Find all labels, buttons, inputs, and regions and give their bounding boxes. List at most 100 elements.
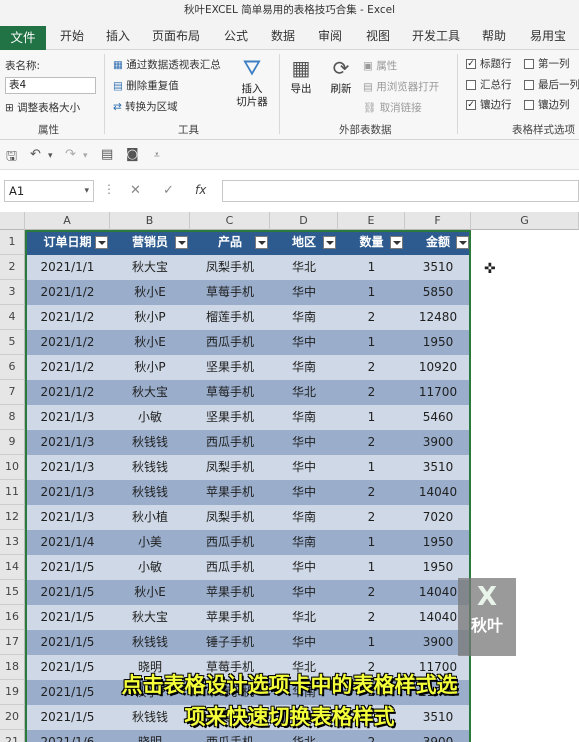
table-cell[interactable]: 榴莲手机 bbox=[190, 305, 270, 330]
table-cell[interactable]: 1950 bbox=[405, 555, 471, 580]
column-header-a[interactable]: A bbox=[25, 212, 110, 230]
table-cell[interactable]: 西瓜手机 bbox=[190, 730, 270, 742]
table-cell[interactable]: 凤梨手机 bbox=[190, 455, 270, 480]
table-cell[interactable]: 秋钱钱 bbox=[110, 480, 190, 505]
table-cell[interactable]: 华中 bbox=[270, 580, 338, 605]
table-cell[interactable]: 10920 bbox=[405, 355, 471, 380]
formula-input[interactable] bbox=[222, 180, 579, 202]
header-row-checkbox[interactable]: ✓ bbox=[466, 59, 476, 69]
filter-dropdown-icon[interactable] bbox=[175, 236, 188, 249]
resize-table-button[interactable]: ⊞ 调整表格大小 bbox=[5, 100, 80, 115]
undo-icon[interactable]: ↶ bbox=[30, 147, 41, 162]
row-header-9[interactable]: 9 bbox=[0, 430, 25, 455]
table-cell[interactable]: 凤梨手机 bbox=[190, 505, 270, 530]
row-header-2[interactable]: 2 bbox=[0, 255, 25, 280]
tab-page-layout[interactable]: 页面布局 bbox=[152, 27, 200, 44]
table-cell[interactable]: 1950 bbox=[405, 330, 471, 355]
table-cell[interactable]: 秋小P bbox=[110, 305, 190, 330]
form-icon[interactable]: ▤ bbox=[101, 147, 113, 162]
table-cell[interactable]: 11700 bbox=[405, 380, 471, 405]
table-cell[interactable]: 锤子手机 bbox=[190, 630, 270, 655]
enter-icon[interactable]: ✓ bbox=[163, 183, 174, 198]
table-cell[interactable]: 2 bbox=[338, 380, 405, 405]
total-row-checkbox[interactable] bbox=[466, 80, 476, 90]
row-header-12[interactable]: 12 bbox=[0, 505, 25, 530]
table-cell[interactable]: 坚果手机 bbox=[190, 355, 270, 380]
table-cell[interactable]: 秋大宝 bbox=[110, 380, 190, 405]
table-cell[interactable]: 小敏 bbox=[110, 555, 190, 580]
table-cell[interactable]: 草莓手机 bbox=[190, 280, 270, 305]
table-cell[interactable]: 华中 bbox=[270, 430, 338, 455]
table-cell[interactable]: 2021/1/2 bbox=[25, 330, 110, 355]
table-cell[interactable]: 华中 bbox=[270, 330, 338, 355]
table-cell[interactable]: 1 bbox=[338, 255, 405, 280]
table-cell[interactable]: 华南 bbox=[270, 530, 338, 555]
table-cell[interactable]: 5460 bbox=[405, 405, 471, 430]
table-cell[interactable]: 12480 bbox=[405, 305, 471, 330]
filter-dropdown-icon[interactable] bbox=[390, 236, 403, 249]
table-cell[interactable]: 华中 bbox=[270, 455, 338, 480]
table-cell[interactable]: 2021/1/1 bbox=[25, 255, 110, 280]
table-cell[interactable]: 秋大宝 bbox=[110, 255, 190, 280]
table-cell[interactable]: 7020 bbox=[405, 505, 471, 530]
table-cell[interactable]: 2 bbox=[338, 730, 405, 742]
table-cell[interactable]: 1 bbox=[338, 530, 405, 555]
tab-home[interactable]: 开始 bbox=[60, 27, 84, 44]
row-header-15[interactable]: 15 bbox=[0, 580, 25, 605]
table-cell[interactable]: 秋钱钱 bbox=[110, 630, 190, 655]
table-cell[interactable]: 2021/1/2 bbox=[25, 305, 110, 330]
table-cell[interactable]: 2021/1/5 bbox=[25, 630, 110, 655]
table-cell[interactable]: 华中 bbox=[270, 480, 338, 505]
row-header-13[interactable]: 13 bbox=[0, 530, 25, 555]
tab-data[interactable]: 数据 bbox=[271, 27, 295, 44]
filter-dropdown-icon[interactable] bbox=[255, 236, 268, 249]
table-cell[interactable]: 2021/1/3 bbox=[25, 505, 110, 530]
row-header-4[interactable]: 4 bbox=[0, 305, 25, 330]
open-in-browser-button[interactable]: ▤ 用浏览器打开 bbox=[363, 79, 439, 94]
table-cell[interactable]: 2021/1/5 bbox=[25, 580, 110, 605]
table-cell[interactable]: 1 bbox=[338, 280, 405, 305]
table-header-cell[interactable]: 地区 bbox=[270, 230, 338, 255]
table-cell[interactable]: 2 bbox=[338, 580, 405, 605]
table-cell[interactable]: 2 bbox=[338, 505, 405, 530]
table-cell[interactable]: 1 bbox=[338, 630, 405, 655]
table-cell[interactable]: 华南 bbox=[270, 355, 338, 380]
table-cell[interactable]: 1 bbox=[338, 555, 405, 580]
table-cell[interactable]: 秋小E bbox=[110, 280, 190, 305]
row-header-14[interactable]: 14 bbox=[0, 555, 25, 580]
table-cell[interactable]: 华北 bbox=[270, 255, 338, 280]
remove-duplicates-button[interactable]: ▤ 删除重复值 bbox=[113, 78, 179, 93]
table-cell[interactable]: 晓明 bbox=[110, 730, 190, 742]
table-cell[interactable]: 秋小E bbox=[110, 580, 190, 605]
insert-function-button[interactable]: fx bbox=[195, 183, 206, 197]
table-cell[interactable]: 小敏 bbox=[110, 405, 190, 430]
table-cell[interactable]: 华北 bbox=[270, 380, 338, 405]
tab-view[interactable]: 视图 bbox=[366, 27, 390, 44]
table-cell[interactable]: 西瓜手机 bbox=[190, 430, 270, 455]
customize-toolbar-icon[interactable]: ⩡ bbox=[154, 150, 160, 161]
table-cell[interactable]: 2 bbox=[338, 430, 405, 455]
table-cell[interactable]: 华南 bbox=[270, 505, 338, 530]
table-cell[interactable]: 3900 bbox=[405, 730, 471, 742]
table-cell[interactable]: 5850 bbox=[405, 280, 471, 305]
row-header-11[interactable]: 11 bbox=[0, 480, 25, 505]
table-cell[interactable]: 华北 bbox=[270, 605, 338, 630]
table-cell[interactable]: 华中 bbox=[270, 630, 338, 655]
table-cell[interactable]: 2021/1/3 bbox=[25, 430, 110, 455]
table-cell[interactable]: 2021/1/2 bbox=[25, 280, 110, 305]
table-cell[interactable]: 3510 bbox=[405, 455, 471, 480]
redo-icon[interactable]: ↷ bbox=[65, 147, 76, 162]
filter-dropdown-icon[interactable] bbox=[456, 236, 469, 249]
tab-file[interactable]: 文件 bbox=[0, 26, 46, 50]
table-cell[interactable]: 2021/1/5 bbox=[25, 555, 110, 580]
table-cell[interactable]: 2021/1/3 bbox=[25, 455, 110, 480]
column-header-g[interactable]: G bbox=[471, 212, 579, 230]
table-cell[interactable]: 2021/1/5 bbox=[25, 605, 110, 630]
tab-developer[interactable]: 开发工具 bbox=[412, 27, 460, 44]
table-name-input[interactable]: 表4 bbox=[5, 77, 96, 94]
table-cell[interactable]: 14040 bbox=[405, 480, 471, 505]
filter-dropdown-icon[interactable] bbox=[323, 236, 336, 249]
filter-dropdown-icon[interactable] bbox=[95, 236, 108, 249]
undo-dropdown-icon[interactable]: ▾ bbox=[48, 151, 53, 161]
cancel-icon[interactable]: ✕ bbox=[130, 183, 141, 198]
